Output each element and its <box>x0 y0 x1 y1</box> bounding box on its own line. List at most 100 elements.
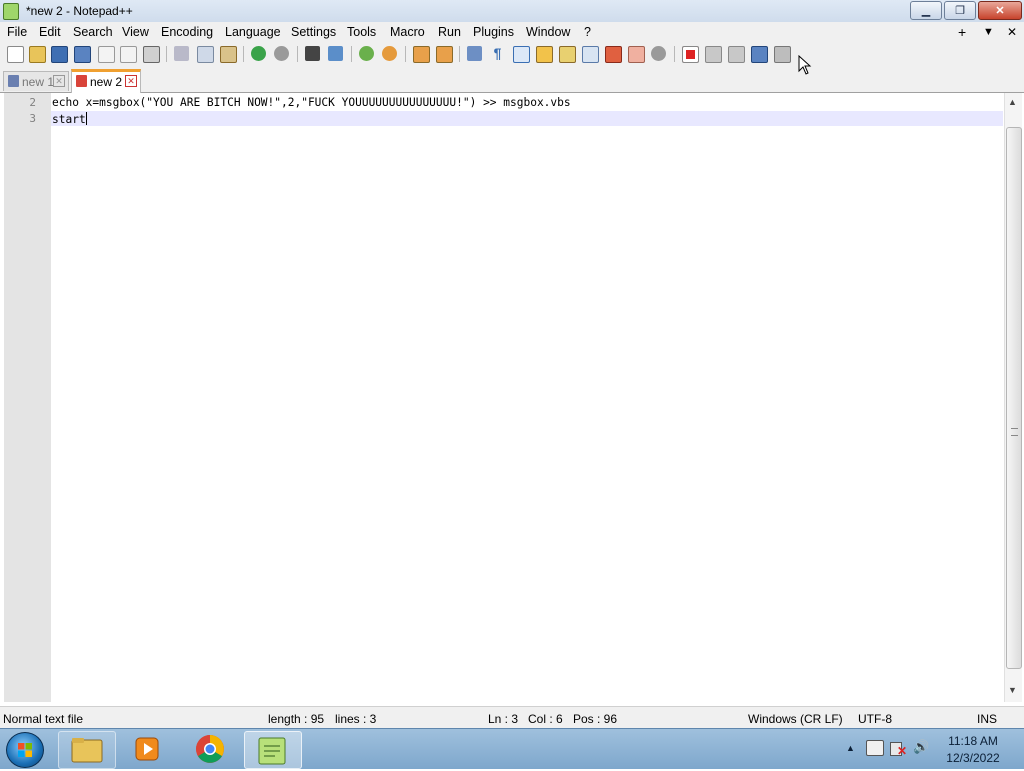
line-number: 3 <box>29 112 36 125</box>
file-type: Normal text file <box>3 712 84 726</box>
code-line[interactable]: start <box>52 112 87 126</box>
close-document-icon[interactable]: ✕ <box>1007 25 1017 39</box>
action-center-icon[interactable] <box>866 740 884 756</box>
zoom-in-icon[interactable] <box>359 46 374 61</box>
show-hidden-icons-arrow[interactable]: ▲ <box>846 743 855 753</box>
cursor-position: Pos : 96 <box>573 712 618 726</box>
open-file-icon[interactable] <box>29 46 46 63</box>
close-file-icon[interactable] <box>98 46 115 63</box>
cursor-column: Col : 6 <box>528 712 563 726</box>
chrome-taskbar-button[interactable] <box>182 731 238 767</box>
function-list-icon[interactable] <box>582 46 599 63</box>
tab-new-2[interactable]: new 2 ✕ <box>71 69 141 94</box>
show-all-characters-icon[interactable]: ¶ <box>490 46 505 61</box>
tab-label: new 1 <box>22 75 55 89</box>
copy-icon[interactable] <box>197 46 214 63</box>
menu-tools[interactable]: Tools <box>347 25 376 39</box>
save-all-icon[interactable] <box>74 46 91 63</box>
redo-icon[interactable] <box>274 46 289 61</box>
play-macro-icon[interactable] <box>728 46 745 63</box>
minimize-button[interactable]: ▁ <box>910 1 942 20</box>
tab-new-1[interactable]: new 1 ✕ <box>3 71 69 91</box>
chrome-icon <box>196 735 224 763</box>
scroll-down-arrow-icon[interactable]: ▼ <box>1008 685 1017 695</box>
menu-language[interactable]: Language <box>225 25 281 39</box>
zoom-out-icon[interactable] <box>382 46 397 61</box>
insert-mode[interactable]: INS <box>977 712 997 726</box>
notepad-plus-plus-taskbar-button[interactable] <box>244 731 302 769</box>
sync-horizontal-scroll-icon[interactable] <box>436 46 453 63</box>
macro-placeholder-icon[interactable] <box>651 46 666 61</box>
word-wrap-icon[interactable] <box>467 46 482 61</box>
indent-guide-icon[interactable] <box>513 46 530 63</box>
network-disconnected-icon[interactable]: ✕ <box>890 740 908 758</box>
toolbar-separator <box>297 46 298 62</box>
menu-help[interactable]: ? <box>584 25 591 39</box>
replace-icon[interactable] <box>328 46 343 61</box>
start-button[interactable] <box>6 732 44 768</box>
maximize-button[interactable]: ❐ <box>944 1 976 20</box>
clock[interactable]: 11:18 AM 12/3/2022 <box>930 733 1016 767</box>
toolbar-separator <box>405 46 406 62</box>
cut-icon[interactable] <box>174 46 189 61</box>
editor[interactable]: 2 3 echo x=msgbox("YOU ARE BITCH NOW!",2… <box>0 93 1024 702</box>
toolbar-separator <box>166 46 167 62</box>
close-tab-icon[interactable]: ✕ <box>125 75 137 87</box>
menu-file[interactable]: File <box>7 25 27 39</box>
menu-search[interactable]: Search <box>73 25 113 39</box>
document-length: length : 95 <box>268 712 325 726</box>
menu-view[interactable]: View <box>122 25 149 39</box>
menu-plugins[interactable]: Plugins <box>473 25 514 39</box>
sync-vertical-scroll-icon[interactable] <box>413 46 430 63</box>
menu-macro[interactable]: Macro <box>390 25 425 39</box>
add-tab-icon[interactable]: + <box>958 24 966 40</box>
media-player-taskbar-button[interactable] <box>120 731 176 767</box>
taskbar: ▲ ✕ 🔊 11:18 AM 12/3/2022 <box>0 728 1024 769</box>
record-macro-icon[interactable] <box>682 46 699 63</box>
toolbar-separator <box>674 46 675 62</box>
scrollbar-thumb[interactable] <box>1006 127 1022 669</box>
tab-list-dropdown-icon[interactable]: ▼ <box>983 26 994 38</box>
text-caret <box>85 112 87 125</box>
user-defined-language-icon[interactable] <box>536 46 553 63</box>
undo-icon[interactable] <box>251 46 266 61</box>
vertical-scrollbar[interactable]: ▲ ▼ <box>1004 93 1022 702</box>
encoding[interactable]: UTF-8 <box>858 712 892 726</box>
run-macro-multiple-icon[interactable] <box>751 46 768 63</box>
volume-icon[interactable]: 🔊 <box>913 739 929 755</box>
stop-recording-icon[interactable] <box>705 46 722 63</box>
toolbar: ¶ <box>0 42 1024 66</box>
windows-logo-icon <box>18 743 32 757</box>
document-map-icon[interactable] <box>559 46 576 63</box>
new-file-icon[interactable] <box>7 46 24 63</box>
folder-icon <box>71 738 103 763</box>
windows-explorer-taskbar-button[interactable] <box>58 731 116 769</box>
toolbar-separator <box>459 46 460 62</box>
close-tab-icon[interactable]: ✕ <box>53 75 65 87</box>
document-lines: lines : 3 <box>335 712 377 726</box>
print-icon[interactable] <box>143 46 160 63</box>
save-icon[interactable] <box>51 46 68 63</box>
clock-time: 11:18 AM <box>948 734 998 748</box>
menu-settings[interactable]: Settings <box>291 25 336 39</box>
toolbar-separator <box>243 46 244 62</box>
scroll-up-arrow-icon[interactable]: ▲ <box>1008 97 1017 107</box>
folder-as-workspace-icon[interactable] <box>605 46 622 63</box>
title-bar: *new 2 - Notepad++ ▁ ❐ ✕ <box>0 0 1024 23</box>
menu-encoding[interactable]: Encoding <box>161 25 213 39</box>
save-macro-icon[interactable] <box>774 46 791 63</box>
menu-window[interactable]: Window <box>526 25 570 39</box>
code-line[interactable]: echo x=msgbox("YOU ARE BITCH NOW!",2,"FU… <box>52 96 571 109</box>
monitoring-icon[interactable] <box>628 46 645 63</box>
find-icon[interactable] <box>305 46 320 61</box>
menu-run[interactable]: Run <box>438 25 461 39</box>
close-button[interactable]: ✕ <box>978 1 1022 20</box>
paste-icon[interactable] <box>220 46 237 63</box>
notepad-plus-plus-icon <box>258 737 286 765</box>
toolbar-separator <box>351 46 352 62</box>
close-all-icon[interactable] <box>120 46 137 63</box>
notepad-plus-plus-icon <box>3 3 19 20</box>
eol-format[interactable]: Windows (CR LF) <box>748 712 843 726</box>
menu-edit[interactable]: Edit <box>39 25 61 39</box>
red-x-icon: ✕ <box>897 744 908 758</box>
